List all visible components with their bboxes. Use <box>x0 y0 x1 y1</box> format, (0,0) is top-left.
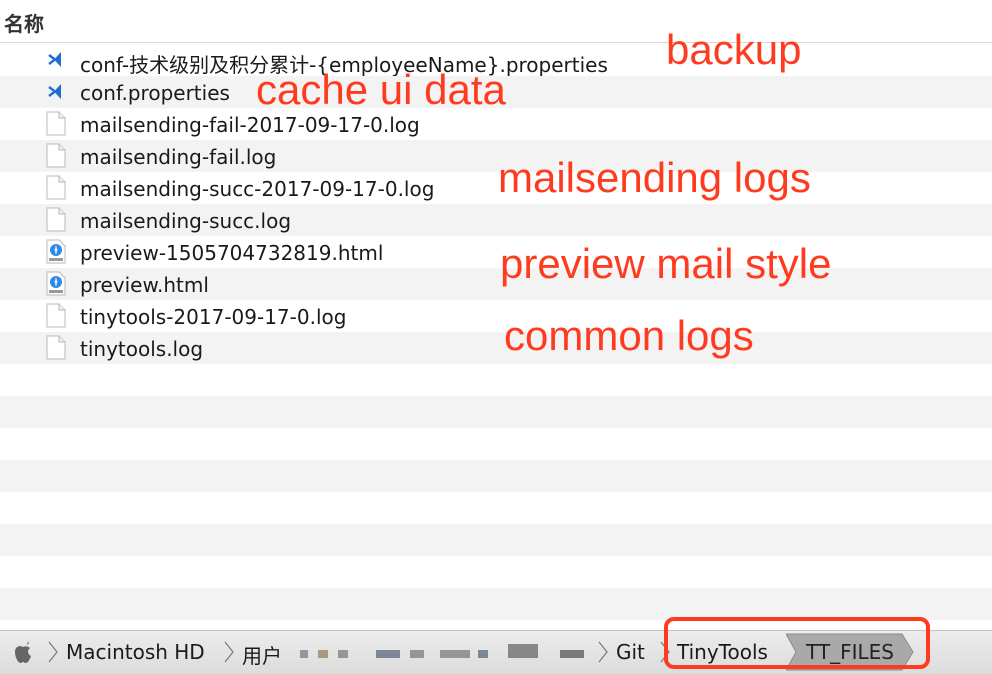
redacted-path-segment <box>300 650 308 658</box>
empty-row <box>0 492 992 524</box>
vscode-file-icon <box>48 84 61 99</box>
chevron-right-icon <box>598 641 608 663</box>
document-icon <box>46 303 66 328</box>
redacted-path-segment <box>318 650 328 658</box>
redacted-path-segment <box>440 650 470 658</box>
path-item-users[interactable]: 用户 <box>242 640 282 669</box>
column-header: 名称 <box>0 0 992 43</box>
file-row[interactable]: tinytools.log <box>0 332 992 364</box>
document-icon <box>46 175 66 200</box>
document-icon <box>46 207 66 232</box>
empty-row <box>0 396 992 428</box>
redacted-path-segment <box>410 650 424 658</box>
file-list: conf-技术级别及积分累计-{employeeName}.properties… <box>0 44 992 630</box>
file-name: mailsending-succ.log <box>80 209 292 233</box>
redacted-path-segment <box>376 650 400 658</box>
vscode-file-icon <box>48 52 61 67</box>
empty-row <box>0 364 992 396</box>
file-row[interactable]: preview.html <box>0 268 992 300</box>
file-name: tinytools-2017-09-17-0.log <box>80 305 347 329</box>
chevron-right-icon <box>48 641 58 663</box>
column-header-name[interactable]: 名称 <box>4 8 44 37</box>
path-item-macintosh-hd[interactable]: Macintosh HD <box>66 640 205 664</box>
file-name: preview.html <box>80 273 209 297</box>
redacted-path-segment <box>478 650 488 658</box>
html-file-icon <box>46 271 66 296</box>
file-row[interactable]: mailsending-fail.log <box>0 140 992 172</box>
file-name: conf.properties <box>80 81 230 105</box>
file-name: tinytools.log <box>80 337 204 361</box>
redacted-path-segment <box>338 650 348 658</box>
empty-row <box>0 588 992 620</box>
highlight-annotation-box <box>664 617 930 669</box>
file-row[interactable]: mailsending-succ.log <box>0 204 992 236</box>
file-row[interactable]: preview-1505704732819.html <box>0 236 992 268</box>
empty-row <box>0 428 992 460</box>
file-row[interactable]: mailsending-succ-2017-09-17-0.log <box>0 172 992 204</box>
annotation-backup: backup <box>666 26 802 73</box>
annotation-preview: preview mail style <box>500 240 832 287</box>
empty-row <box>0 460 992 492</box>
file-name: mailsending-fail.log <box>80 145 277 169</box>
redacted-path-segment <box>508 644 538 658</box>
annotation-mailsending: mailsending logs <box>498 154 811 201</box>
document-icon <box>46 143 66 168</box>
file-name: mailsending-succ-2017-09-17-0.log <box>80 177 435 201</box>
annotation-common: common logs <box>504 312 754 359</box>
html-file-icon <box>46 239 66 264</box>
redacted-path-segment <box>560 650 584 658</box>
file-row[interactable]: tinytools-2017-09-17-0.log <box>0 300 992 332</box>
document-icon <box>46 335 66 360</box>
annotation-cache: cache ui data <box>256 66 506 113</box>
file-name: mailsending-fail-2017-09-17-0.log <box>80 113 420 137</box>
file-name: preview-1505704732819.html <box>80 241 384 265</box>
chevron-right-icon <box>224 641 234 663</box>
empty-row <box>0 556 992 588</box>
path-item-git[interactable]: Git <box>616 640 645 664</box>
apple-logo-icon <box>15 641 31 663</box>
document-icon <box>46 111 66 136</box>
empty-row <box>0 524 992 556</box>
